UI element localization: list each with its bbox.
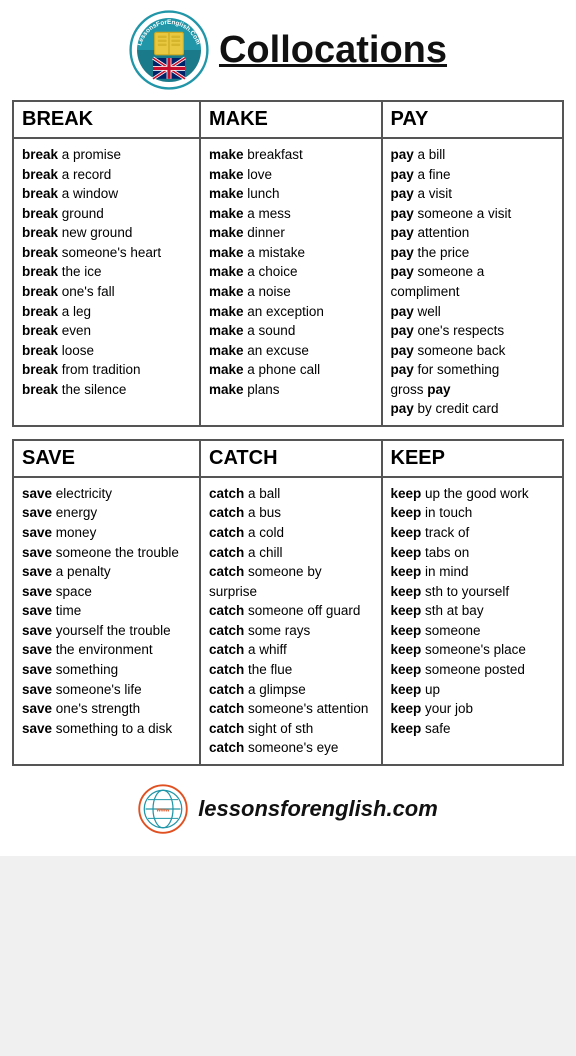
break-col: break a promise break a record break a w…: [13, 138, 200, 426]
catch-col: catch a ball catch a bus catch a cold ca…: [200, 477, 382, 765]
page-title: Collocations: [219, 29, 447, 72]
logo-icon: LessonsForEnglish.Com: [129, 10, 209, 90]
top-table: BREAK MAKE PAY break a promise break a r…: [12, 100, 564, 427]
header-make: MAKE: [200, 101, 382, 138]
page: LessonsForEnglish.Com Colloc: [0, 0, 576, 856]
footer-logo-icon: www: [138, 784, 188, 834]
bottom-table: SAVE CATCH KEEP save electricity save en…: [12, 439, 564, 766]
keep-col: keep up the good work keep in touch keep…: [382, 477, 564, 765]
svg-text:www: www: [156, 807, 171, 813]
pay-col: pay a bill pay a fine pay a visit pay so…: [382, 138, 564, 426]
footer: www lessonsforenglish.com: [12, 778, 564, 840]
top-table-row: break a promise break a record break a w…: [13, 138, 563, 426]
header-break: BREAK: [13, 101, 200, 138]
header-catch: CATCH: [200, 440, 382, 477]
header-save: SAVE: [13, 440, 200, 477]
header: LessonsForEnglish.Com Colloc: [12, 10, 564, 90]
header-pay: PAY: [382, 101, 564, 138]
header-keep: KEEP: [382, 440, 564, 477]
make-col: make breakfast make love make lunch make…: [200, 138, 382, 426]
save-col: save electricity save energy save money …: [13, 477, 200, 765]
bottom-table-row: save electricity save energy save money …: [13, 477, 563, 765]
footer-text: lessonsforenglish.com: [198, 796, 438, 822]
